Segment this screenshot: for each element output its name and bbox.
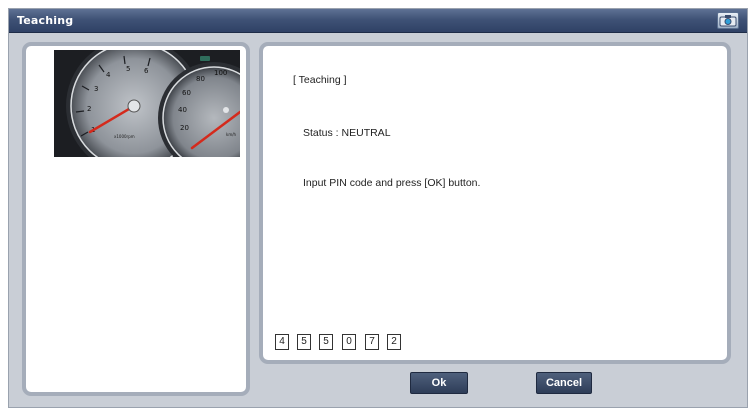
svg-text:5: 5	[126, 65, 130, 73]
svg-text:4: 4	[106, 71, 111, 79]
pin-digit[interactable]: 4	[275, 334, 289, 350]
pin-digit[interactable]: 5	[319, 334, 333, 350]
instruction-text: Input PIN code and press [OK] button.	[303, 177, 481, 189]
pin-digit[interactable]: 0	[342, 334, 356, 350]
title-bar: Teaching	[9, 9, 747, 33]
instrument-cluster-image: 1 2 3 4 5 6 x1000rpm 20 40 60 80	[54, 50, 240, 157]
pin-digit[interactable]: 5	[297, 334, 311, 350]
teaching-window: Teaching 2 3 4 5 6 x1000rpm 20 40 60 80 …	[8, 8, 748, 408]
svg-text:2: 2	[87, 105, 91, 113]
svg-text:6: 6	[144, 67, 149, 75]
cancel-button[interactable]: Cancel	[536, 372, 592, 394]
camera-icon[interactable]	[717, 12, 739, 29]
ok-button[interactable]: Ok	[410, 372, 468, 394]
speedometer-unit: km/h	[226, 132, 237, 137]
svg-text:100: 100	[214, 69, 227, 77]
status-text: Status : NEUTRAL	[303, 127, 391, 139]
svg-text:40: 40	[178, 106, 187, 114]
image-panel: 1 2 3 4 5 6 x1000rpm 20 40 60 80	[22, 42, 250, 396]
pin-digit[interactable]: 2	[387, 334, 401, 350]
window-title: Teaching	[17, 14, 74, 27]
svg-text:3: 3	[94, 85, 98, 93]
svg-text:80: 80	[196, 75, 205, 83]
pin-digit[interactable]: 7	[365, 334, 379, 350]
teaching-heading: [ Teaching ]	[293, 74, 347, 86]
svg-text:20: 20	[180, 124, 189, 132]
message-panel: [ Teaching ] Status : NEUTRAL Input PIN …	[259, 42, 731, 364]
svg-text:60: 60	[182, 89, 191, 97]
tachometer-unit: x1000rpm	[114, 134, 135, 139]
